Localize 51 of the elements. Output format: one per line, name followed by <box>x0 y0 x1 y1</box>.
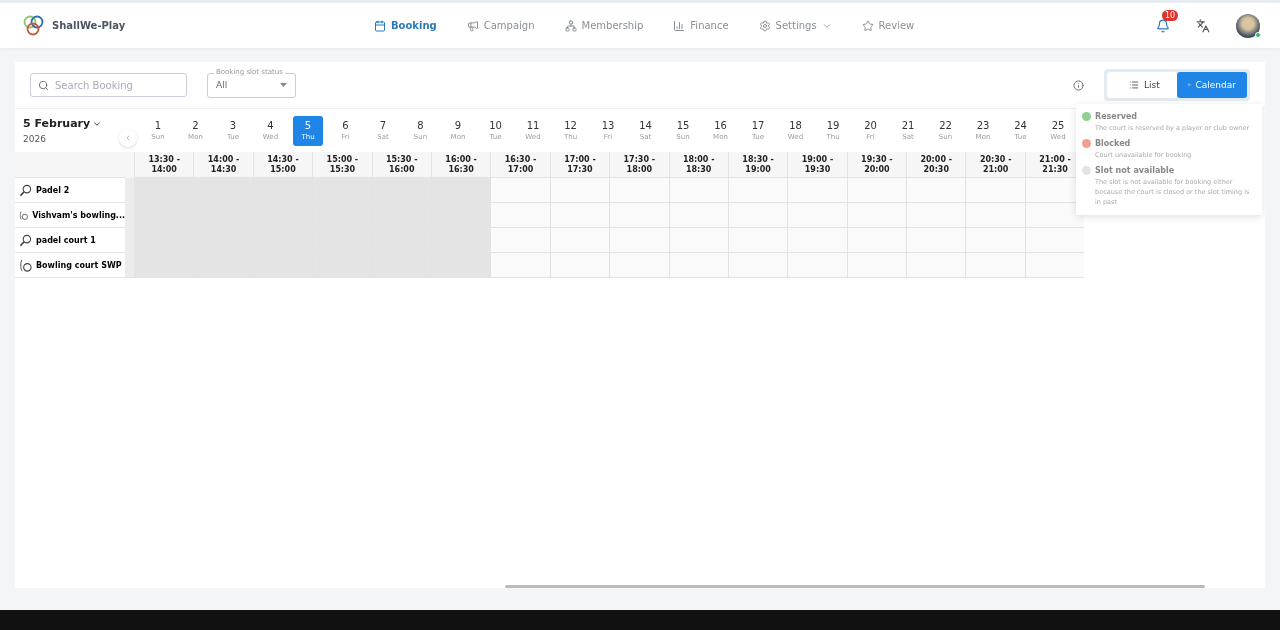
calendar-icon <box>374 19 386 32</box>
settings-icon <box>758 19 771 32</box>
time-slot-header: 19:30 - 20:00 <box>847 152 907 178</box>
time-slot-header: 16:30 - 17:00 <box>491 152 550 178</box>
search-icon <box>38 79 49 91</box>
time-slot-header: 20:00 - 20:30 <box>907 152 966 178</box>
view-toggle-button[interactable]: Calendar <box>1177 72 1247 98</box>
chevron-left-icon <box>124 134 132 142</box>
online-status-dot <box>1255 31 1261 38</box>
horizontal-scrollbar[interactable] <box>505 585 1205 588</box>
racket-icon <box>19 233 32 247</box>
hierarchy-icon <box>564 19 577 32</box>
time-slot-header: 19:00 - 19:30 <box>788 152 847 178</box>
view-toggle-button[interactable]: List <box>1107 72 1177 98</box>
year-label: 2026 <box>23 134 46 144</box>
legend-title: Blocked <box>1095 139 1131 148</box>
avatar[interactable] <box>1236 13 1260 38</box>
bowling-icon <box>19 208 29 222</box>
nav-tab[interactable]: Booking <box>374 19 437 32</box>
court-name: Vishvam's bowling... <box>32 210 125 220</box>
court-name: Padel 2 <box>36 185 70 195</box>
logo-icon <box>22 13 46 38</box>
time-slot-header: 17:00 - 17:30 <box>550 152 610 178</box>
megaphone-icon <box>466 19 479 32</box>
court-name: Bowling court SWP <box>36 260 122 270</box>
star-icon <box>861 19 874 32</box>
legend-title: Reserved <box>1095 112 1138 121</box>
bowling-icon <box>19 258 32 272</box>
notification-bell-icon[interactable] <box>1156 18 1170 33</box>
chart-icon <box>673 19 686 32</box>
legend-title: Slot not available <box>1095 166 1175 175</box>
time-slot-header: 18:30 - 19:00 <box>728 152 788 178</box>
list-icon <box>1129 80 1139 90</box>
translate-icon[interactable] <box>1196 18 1210 33</box>
time-slot-header: 14:30 - 15:00 <box>253 152 313 178</box>
time-slot-header: 15:00 - 15:30 <box>313 152 372 178</box>
racket-icon <box>19 183 32 197</box>
time-slot-header: 16:00 - 16:30 <box>431 152 491 178</box>
time-slot-header: 15:30 - 16:00 <box>372 152 431 178</box>
time-slot-header: 20:30 - 21:00 <box>966 152 1025 178</box>
month-selector[interactable]: 5 February <box>23 117 133 130</box>
court-name: padel court 1 <box>36 235 96 245</box>
dropdown-caret-icon <box>280 83 287 87</box>
time-slot-header: 17:30 - 18:00 <box>610 152 669 178</box>
brand-name: ShallWe-Play <box>52 20 126 31</box>
time-slot-header: 14:00 - 14:30 <box>194 152 253 178</box>
search-field[interactable]: Search Booking <box>30 73 187 97</box>
time-slot-header: 13:30 - 14:00 <box>135 152 194 178</box>
notification-count: 10 <box>1162 9 1179 21</box>
info-icon[interactable] <box>1073 79 1084 91</box>
time-slot-header: 18:00 - 18:30 <box>669 152 728 178</box>
